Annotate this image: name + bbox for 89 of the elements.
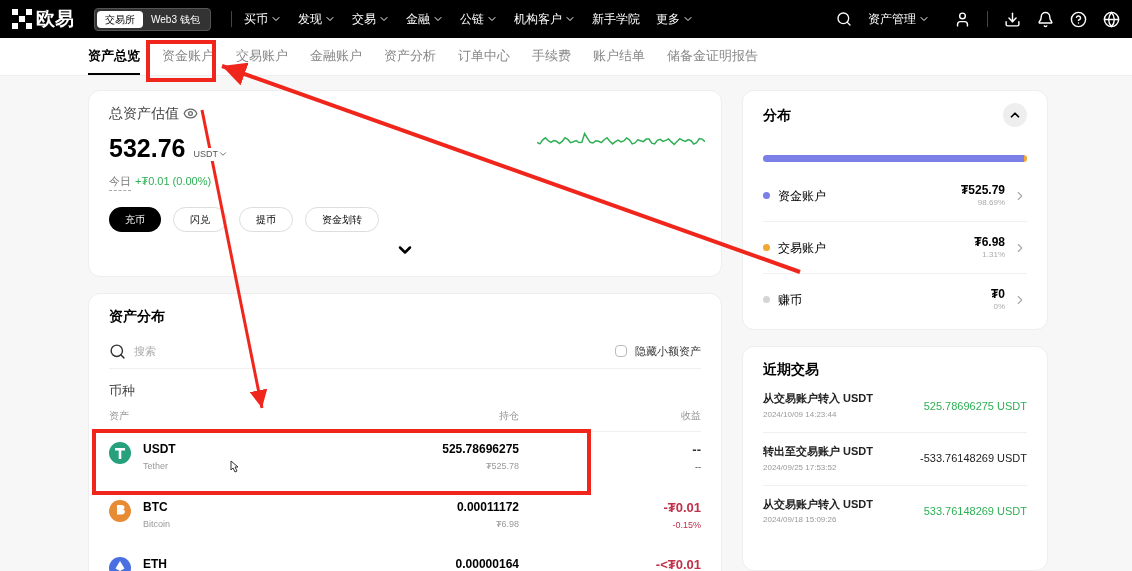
- card-title: 分布: [763, 105, 791, 125]
- nav-tab[interactable]: 资产分析: [384, 45, 436, 75]
- account-row[interactable]: 交易账户 ₮6.98 1.31%: [763, 222, 1027, 274]
- account-percent: 0%: [993, 302, 1005, 312]
- transaction-time: 2024/09/18 15:09:26: [763, 515, 838, 526]
- account-percent: 98.69%: [977, 198, 1005, 208]
- menu-item[interactable]: 更多: [655, 10, 694, 28]
- search-icon[interactable]: [836, 11, 852, 27]
- transaction-row[interactable]: 从交易账户转入 USDT 2024/10/09 14:23:44 525.78696275 USDT: [763, 380, 1027, 433]
- coin-name: Tether: [143, 461, 169, 473]
- transaction-time: 2024/10/09 14:23:44: [763, 409, 838, 420]
- action-button[interactable]: 闪兑: [173, 206, 227, 232]
- account-label: 赚币: [778, 291, 802, 309]
- asset-menu[interactable]: 资产管理: [868, 10, 930, 28]
- today-change: +₮0.01 (0.00%): [135, 174, 212, 189]
- search-icon: [109, 342, 126, 360]
- coin-symbol: ETH: [143, 557, 167, 571]
- menu-item[interactable]: 金融: [405, 10, 444, 28]
- account-row[interactable]: 赚币 ₮0 0%: [763, 274, 1027, 325]
- holding-amount: 0.00000164: [455, 557, 519, 571]
- unit-selector[interactable]: USDT: [193, 147, 228, 161]
- holding-value: ₮6.98: [496, 518, 519, 530]
- action-button[interactable]: 资金划转: [305, 206, 379, 232]
- nav-tab[interactable]: 资产总览: [88, 45, 140, 75]
- card-title: 近期交易: [763, 360, 820, 379]
- menu-item[interactable]: 交易: [351, 10, 390, 28]
- column-header: 持仓: [498, 409, 519, 423]
- transaction-amount: -533.76148269 USDT: [920, 451, 1027, 467]
- holding-value: ₮525.78: [485, 461, 519, 473]
- transaction-amount: 533.76148269 USDT: [923, 504, 1027, 520]
- menu-item[interactable]: 机构客户: [513, 10, 576, 28]
- eye-icon[interactable]: [183, 106, 198, 121]
- holding-amount: 525.78696275: [442, 442, 519, 457]
- hide-small-toggle[interactable]: 隐藏小额资产: [615, 342, 701, 360]
- account-label: 资金账户: [778, 187, 826, 205]
- transaction-row[interactable]: 从交易账户转入 USDT 2024/09/18 15:09:26 533.76148269 USDT: [763, 485, 1027, 538]
- nav-tab[interactable]: 交易账户: [236, 45, 288, 75]
- highlight-box: [146, 40, 216, 82]
- total-amount: 532.76: [109, 136, 186, 161]
- bell-icon[interactable]: [1037, 10, 1054, 28]
- globe-icon[interactable]: [1103, 10, 1120, 28]
- action-button[interactable]: 提币: [239, 206, 293, 232]
- transaction-title: 从交易账户转入 USDT: [763, 392, 873, 406]
- user-icon[interactable]: [954, 10, 971, 28]
- card-title: 资产分布: [109, 306, 166, 326]
- menu-item[interactable]: 发现: [297, 10, 336, 28]
- action-button[interactable]: 充币: [109, 206, 161, 232]
- logo-text: 欧易: [36, 6, 74, 31]
- account-percent: 1.31%: [982, 250, 1005, 260]
- nav-tab[interactable]: 储备金证明报告: [667, 45, 758, 75]
- collapse-button[interactable]: [1003, 103, 1027, 127]
- transaction-title: 转出至交易账户 USDT: [763, 444, 873, 459]
- menu-item[interactable]: 新手学院: [591, 10, 640, 28]
- today-label: 今日: [109, 173, 131, 191]
- nav-tab[interactable]: 账户结单: [593, 45, 645, 75]
- coin-symbol: BTC: [143, 499, 169, 515]
- account-row[interactable]: 资金账户 ₮525.79 98.69%: [763, 170, 1027, 222]
- nav-tab[interactable]: 金融账户: [310, 45, 362, 75]
- section-label: 币种: [109, 381, 136, 400]
- search-field[interactable]: 搜索: [134, 342, 615, 360]
- mode-tab[interactable]: 交易所: [97, 10, 143, 28]
- logo-icon: [12, 9, 32, 29]
- card-title: 总资产估值: [109, 104, 179, 123]
- pnl-percent: --: [695, 462, 701, 474]
- mode-tab[interactable]: Web3 钱包: [143, 10, 208, 28]
- nav-tab[interactable]: 手续费: [532, 45, 571, 75]
- transaction-title: 从交易账户转入 USDT: [763, 497, 873, 512]
- account-amount: ₮0: [991, 287, 1005, 302]
- transaction-row[interactable]: 转出至交易账户 USDT 2024/09/25 17:53:52 -533.76148269 USDT: [763, 432, 1027, 486]
- coin-symbol: USDT: [143, 442, 176, 457]
- holding-amount: 0.00011172: [456, 499, 519, 515]
- pnl-amount: --: [692, 442, 701, 459]
- cursor-icon: [230, 460, 239, 473]
- nav-tab[interactable]: 订单中心: [458, 45, 510, 75]
- transaction-time: 2024/09/25 17:53:52: [763, 462, 838, 473]
- menu-item[interactable]: 买币: [243, 10, 282, 28]
- pnl-amount: -<₮0.01: [655, 557, 701, 571]
- account-label: 交易账户: [778, 239, 826, 257]
- pnl-amount: -₮0.01: [663, 499, 701, 516]
- column-header: 收益: [680, 409, 701, 423]
- menu-item[interactable]: 公链: [459, 10, 498, 28]
- account-amount: ₮525.79: [960, 183, 1005, 198]
- help-icon[interactable]: [1070, 10, 1087, 28]
- transaction-amount: 525.78696275 USDT: [923, 398, 1027, 414]
- coin-name: Bitcoin: [143, 518, 170, 530]
- column-header: 资产: [109, 409, 130, 423]
- account-amount: ₮6.98: [974, 235, 1005, 250]
- download-icon[interactable]: [1004, 10, 1021, 28]
- pnl-percent: -0.15%: [672, 519, 701, 531]
